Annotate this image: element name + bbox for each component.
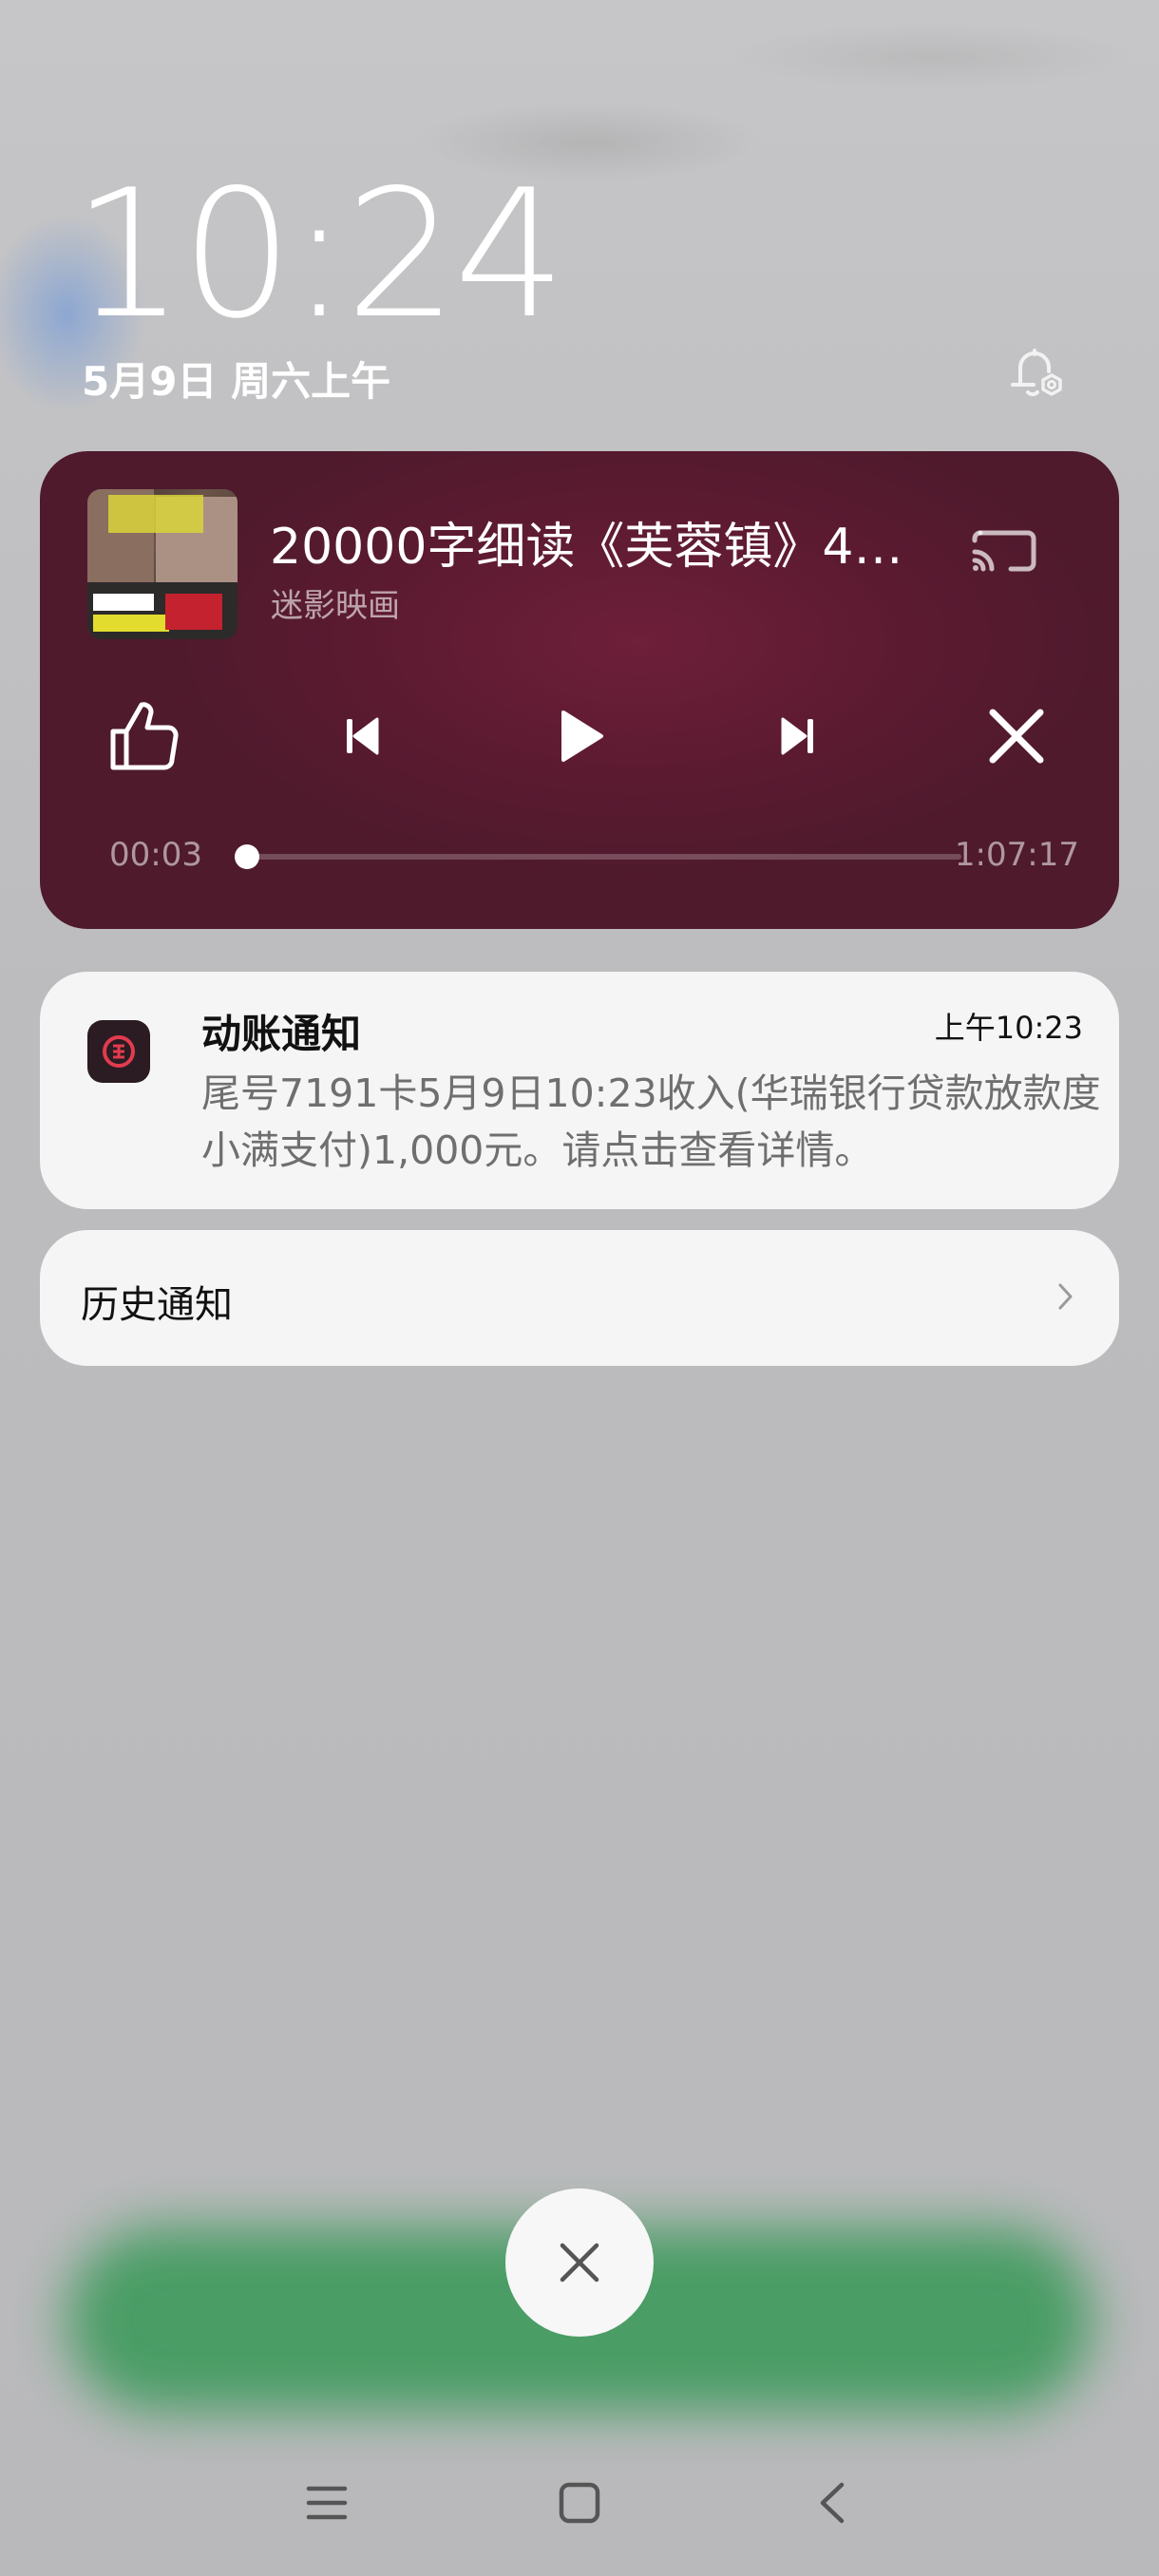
close-icon[interactable]: [969, 689, 1064, 784]
back-icon[interactable]: [790, 2460, 876, 2546]
media-player-card[interactable]: 20000字细读《芙蓉镇》4… 迷影映画 00:03 1:07:17: [40, 451, 1119, 929]
home-icon[interactable]: [537, 2460, 622, 2546]
previous-icon[interactable]: [314, 689, 409, 784]
lockscreen-date: 5月9日 周六上午: [82, 358, 391, 405]
notification-body: 尾号7191卡5月9日10:23收入(华瑞银行贷款放款度小满支付)1,000元。…: [201, 1070, 1101, 1173]
close-icon: [560, 2243, 599, 2282]
navigation-bar: [0, 2432, 1159, 2576]
total-duration: 1:07:17: [954, 836, 1079, 874]
progress-slider[interactable]: [235, 844, 961, 869]
media-artist: 迷影映画: [271, 587, 400, 625]
chevron-right-icon: [1056, 1279, 1075, 1314]
notification-settings-icon[interactable]: [999, 337, 1070, 407]
album-cover-image[interactable]: [87, 489, 238, 639]
menu-icon[interactable]: [284, 2460, 370, 2546]
play-icon[interactable]: [532, 689, 627, 784]
next-icon[interactable]: [750, 689, 846, 784]
notification-title: 动账通知: [201, 1011, 362, 1057]
history-notifications-button[interactable]: 历史通知: [40, 1230, 1119, 1366]
like-icon[interactable]: [95, 689, 190, 784]
media-title: 20000字细读《芙蓉镇》4…: [270, 519, 903, 576]
notification-time: 上午10:23: [934, 1010, 1083, 1046]
elapsed-time: 00:03: [109, 836, 202, 874]
bank-app-icon: [87, 1020, 150, 1083]
lockscreen-clock: 10:24: [72, 151, 566, 357]
progress-thumb[interactable]: [235, 844, 259, 869]
clear-all-button[interactable]: [505, 2188, 654, 2337]
bank-notification-card[interactable]: 动账通知 上午10:23 尾号7191卡5月9日10:23收入(华瑞银行贷款放款…: [40, 972, 1119, 1209]
history-label: 历史通知: [81, 1283, 233, 1327]
cast-icon[interactable]: [961, 508, 1047, 594]
